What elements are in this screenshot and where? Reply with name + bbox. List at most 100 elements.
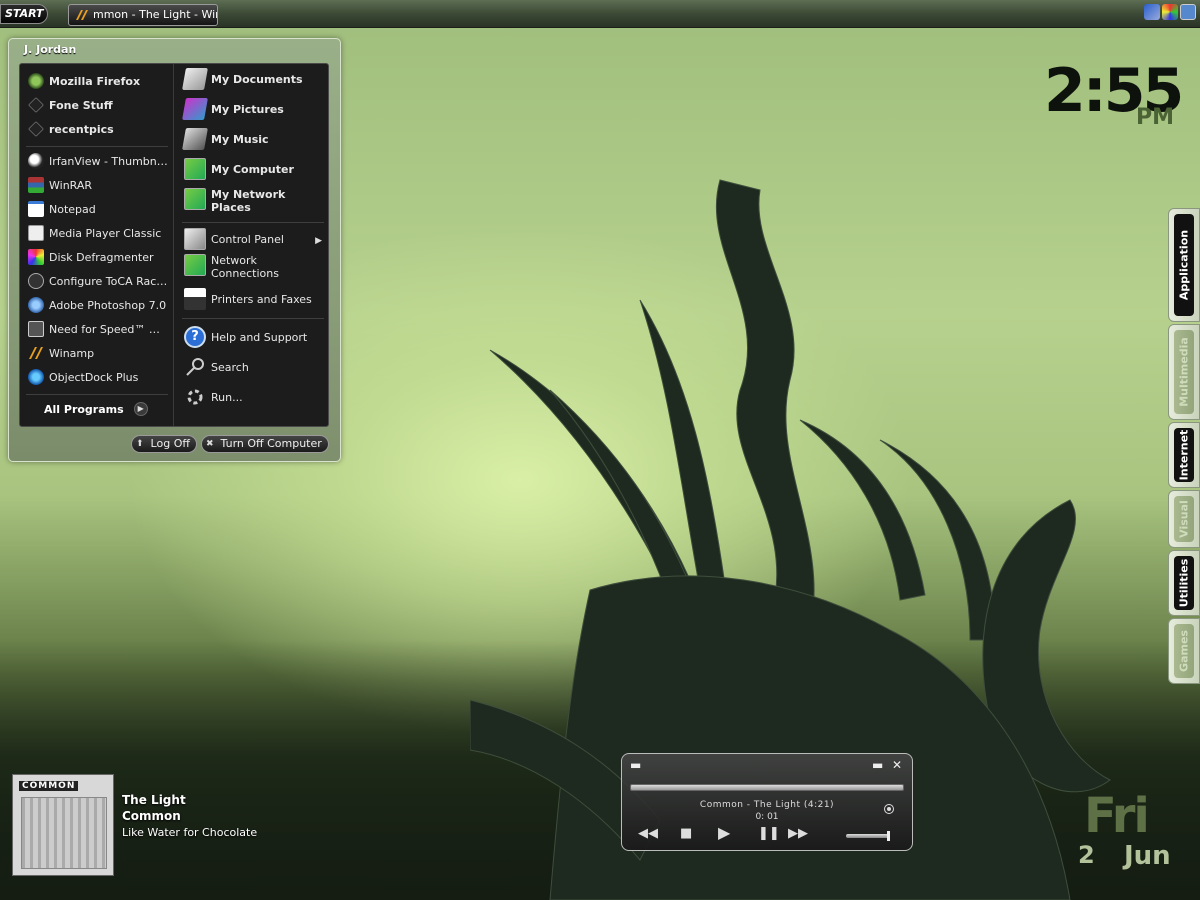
menu-item-winamp[interactable]: Winamp xyxy=(28,342,94,364)
stop-icon[interactable]: ■ xyxy=(680,826,692,841)
start-menu: J. Jordan Mozilla Firefox Fone Stuff rec… xyxy=(8,38,341,462)
menu-item-printers-faxes[interactable]: Printers and Faxes xyxy=(184,288,312,310)
menu-item-label: Notepad xyxy=(49,202,96,216)
dock-tab-multimedia[interactable]: Multimedia xyxy=(1168,324,1200,420)
dock-tab-visual[interactable]: Visual xyxy=(1168,490,1200,548)
user-name: J. Jordan xyxy=(24,43,77,56)
menu-item-media-player-classic[interactable]: Media Player Classic xyxy=(28,222,161,244)
taskbar: START mmon - The Light - Win... xyxy=(0,0,1200,28)
menu-item-need-for-speed[interactable]: Need for Speed™ Mos... xyxy=(28,318,169,340)
menu-item-my-music[interactable]: My Music xyxy=(182,128,269,150)
menu-separator xyxy=(182,318,324,319)
pause-icon[interactable]: ❚❚ xyxy=(758,826,780,841)
printer-icon xyxy=(184,288,206,310)
menu-item-label: My Music xyxy=(211,132,269,146)
rewind-icon[interactable]: ◀◀ xyxy=(638,826,658,841)
play-icon[interactable]: ▶ xyxy=(718,823,730,842)
dock-tab-utilities[interactable]: Utilities xyxy=(1168,550,1200,616)
dock-tab-application[interactable]: Application xyxy=(1168,208,1200,322)
tray-network-icon[interactable] xyxy=(1180,4,1196,20)
log-off-button[interactable]: ⬆ Log Off xyxy=(131,435,197,453)
menu-item-notepad[interactable]: Notepad xyxy=(28,198,96,220)
menu-item-label: Configure ToCA Race ... xyxy=(49,274,169,288)
menu-item-recentpics[interactable]: recentpics xyxy=(28,118,114,140)
start-menu-places: My Documents My Pictures My Music My Com… xyxy=(176,64,328,426)
menu-item-search[interactable]: Search xyxy=(184,356,249,378)
close-icon[interactable]: ✕ xyxy=(892,758,902,772)
run-icon xyxy=(187,389,203,405)
menu-item-my-documents[interactable]: My Documents xyxy=(182,68,303,90)
media-player-icon xyxy=(28,225,44,241)
menu-item-label: Fone Stuff xyxy=(49,98,113,112)
menu-item-photoshop[interactable]: Adobe Photoshop 7.0 xyxy=(28,294,166,316)
menu-item-fone-stuff[interactable]: Fone Stuff xyxy=(28,94,113,116)
fast-forward-icon[interactable]: ▶▶ xyxy=(788,826,808,841)
menu-item-label: Disk Defragmenter xyxy=(49,250,154,264)
nfs-icon xyxy=(28,321,44,337)
log-off-icon: ⬆ xyxy=(136,439,144,449)
menu-item-my-computer[interactable]: My Computer xyxy=(184,158,294,180)
folder-icon xyxy=(28,121,44,137)
menu-item-winrar[interactable]: WinRAR xyxy=(28,174,92,196)
menu-item-label: My Documents xyxy=(211,72,303,86)
tray-app-icon[interactable] xyxy=(1144,4,1160,20)
turn-off-label: Turn Off Computer xyxy=(220,437,322,450)
power-icon: ✖ xyxy=(206,439,214,449)
menu-item-network-connections[interactable]: Network Connections xyxy=(184,254,291,282)
menu-item-toca-race[interactable]: Configure ToCA Race ... xyxy=(28,270,169,292)
dock-tab-internet[interactable]: Internet xyxy=(1168,422,1200,488)
winamp-icon xyxy=(76,10,88,20)
search-icon xyxy=(186,358,204,376)
taskbar-window-button[interactable]: mmon - The Light - Win... xyxy=(68,4,218,26)
notepad-icon xyxy=(28,201,44,217)
menu-item-firefox[interactable]: Mozilla Firefox xyxy=(28,70,140,92)
shuffle-icon[interactable] xyxy=(884,804,894,814)
control-panel-icon xyxy=(184,228,206,250)
turn-off-button[interactable]: ✖ Turn Off Computer xyxy=(201,435,329,453)
menu-item-irfanview[interactable]: IrfanView - Thumbnails xyxy=(28,150,169,172)
menu-item-label: Winamp xyxy=(49,346,95,360)
all-programs-button[interactable]: All Programs ▶ xyxy=(44,402,148,416)
pictures-icon xyxy=(182,98,208,120)
menu-item-run[interactable]: Run... xyxy=(184,386,243,408)
network-icon xyxy=(184,188,206,210)
menu-item-label: Mozilla Firefox xyxy=(49,74,141,88)
log-off-label: Log Off xyxy=(150,437,190,450)
menu-item-label: IrfanView - Thumbnails xyxy=(49,154,169,168)
menu-item-label: Media Player Classic xyxy=(49,226,162,240)
menu-item-control-panel[interactable]: Control Panel xyxy=(184,228,284,250)
player-menu-icon[interactable]: ▬ xyxy=(630,758,641,772)
music-icon xyxy=(182,128,208,150)
menu-item-disk-defragmenter[interactable]: Disk Defragmenter xyxy=(28,246,154,268)
irfanview-icon xyxy=(28,153,44,169)
minimize-icon[interactable]: ▬ xyxy=(872,758,883,772)
menu-item-label: Need for Speed™ Mos... xyxy=(49,322,169,336)
menu-item-label: WinRAR xyxy=(49,178,93,192)
start-menu-body: Mozilla Firefox Fone Stuff recentpics Ir… xyxy=(19,63,329,427)
menu-separator xyxy=(182,222,324,223)
seek-bar[interactable] xyxy=(630,784,904,791)
player-track-info: Common - The Light (4:21) xyxy=(699,800,835,810)
computer-icon xyxy=(184,158,206,180)
tab-label: Application xyxy=(1177,229,1191,301)
defrag-icon xyxy=(28,249,44,265)
menu-item-my-pictures[interactable]: My Pictures xyxy=(182,98,284,120)
objectdock-icon xyxy=(28,369,44,385)
folder-icon xyxy=(28,97,44,113)
menu-item-label: Search xyxy=(211,360,249,374)
menu-item-label: ObjectDock Plus xyxy=(49,370,139,384)
dock-tab-games[interactable]: Games xyxy=(1168,618,1200,684)
menu-item-help-support[interactable]: ? Help and Support xyxy=(184,326,307,348)
start-button[interactable]: START xyxy=(0,4,48,24)
menu-item-my-network-places[interactable]: My Network Places xyxy=(184,188,291,216)
chevron-right-icon: ▶ xyxy=(133,402,148,416)
menu-item-label: My Network Places xyxy=(211,188,286,214)
all-programs-label: All Programs xyxy=(44,402,124,416)
clock-ampm: PM xyxy=(1136,105,1175,130)
album-cover-photo xyxy=(21,797,107,869)
photoshop-icon xyxy=(28,297,44,313)
menu-item-objectdock[interactable]: ObjectDock Plus xyxy=(28,366,138,388)
tray-color-icon[interactable] xyxy=(1162,4,1178,20)
volume-slider[interactable] xyxy=(846,831,890,841)
winamp-icon xyxy=(29,347,43,359)
